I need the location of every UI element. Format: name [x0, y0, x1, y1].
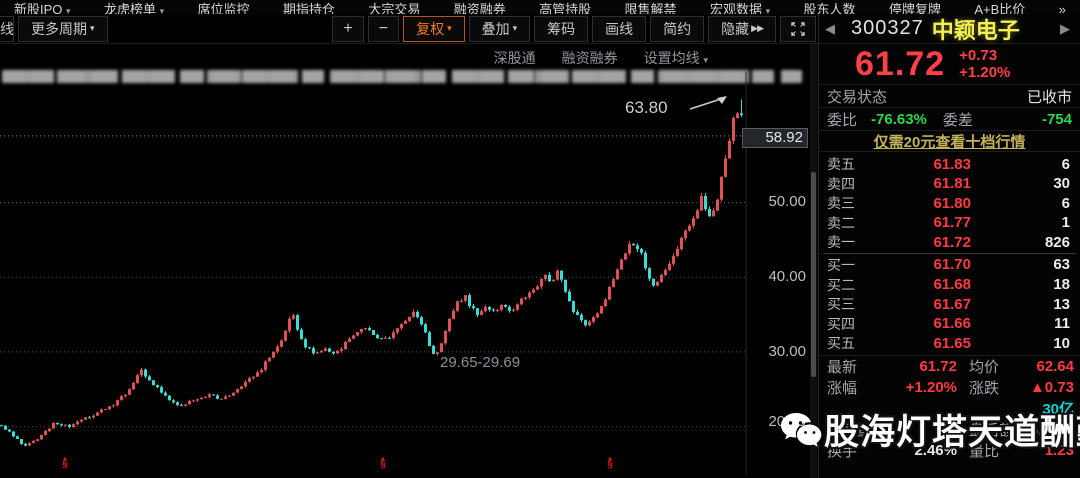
menu-item-lockup-expiry[interactable]: 限售解禁 — [625, 0, 677, 14]
menu-item-futures-positions[interactable]: 期指持仓 — [283, 0, 335, 14]
bid-row-2[interactable]: 买二61.6818 — [819, 275, 1080, 295]
peak-price-annotation: 63.80 — [625, 98, 668, 118]
y-axis-label-40: 40.00 — [746, 268, 806, 285]
status-label: 交易状态 — [827, 86, 887, 107]
menu-item-shareholder-count[interactable]: 股东人数 — [804, 0, 856, 14]
weibi-value: -76.63% — [871, 111, 927, 128]
chevron-down-icon: ▾ — [66, 6, 71, 14]
change-abs: ▲0.73 — [1019, 379, 1074, 396]
ask-row-2[interactable]: 卖二61.771 — [819, 213, 1080, 233]
bid-row-1[interactable]: 买一61.7063 — [819, 255, 1080, 275]
candlestick-chart-area[interactable]: 深股通 融资融券 设置均线 ▾ 58.92 50.00 40.00 30.00 … — [0, 44, 810, 478]
y-axis-label-50: 50.00 — [746, 193, 806, 210]
status-value: 已收市 — [1027, 86, 1072, 107]
adjust-price-button[interactable]: 复权▾ — [403, 16, 465, 42]
top-menu-bar: 新股IPO ▾ 龙虎榜单 ▾ 席位监控 期指持仓 大宗交易 融资融券 高管持股 … — [0, 0, 1080, 14]
last-price: 61.72 — [855, 45, 945, 84]
latest-price: 61.72 — [885, 358, 957, 375]
chevron-down-icon: ▾ — [90, 23, 95, 34]
y-axis-label-20: 20.00 — [746, 413, 806, 430]
chart-toolbar: 线 更多周期▾ + − 复权▾ 叠加▾ 筹码 画线 简约 隐藏▶▶ — [0, 14, 818, 44]
stock-header: ◀ 300327 中颖电子 ▶ — [819, 14, 1080, 44]
afterhours-volume: 10 — [885, 421, 957, 438]
price-change: +0.73 — [959, 47, 1010, 64]
hide-panel-button[interactable]: 隐藏▶▶ — [708, 16, 776, 42]
turnover-rate: 2.46% — [885, 442, 957, 459]
menu-item-executive-holdings[interactable]: 高管持股 — [539, 0, 591, 14]
price-row: 61.72 +0.73 +1.20% — [819, 44, 1080, 84]
candlestick-plot — [0, 44, 810, 478]
menu-item-seat-monitor[interactable]: 席位监控 — [198, 0, 250, 14]
overlay-button[interactable]: 叠加▾ — [469, 16, 531, 42]
quote-stats: 最新61.72 均价62.64 涨幅+1.20% 涨跌▲0.73 30亿 盘后量… — [819, 355, 1080, 461]
volume-ratio: 1.23 — [1019, 442, 1074, 459]
level2-promo-link[interactable]: 仅需20元查看十档行情 — [874, 131, 1026, 152]
price-change-pct: +1.20% — [959, 64, 1010, 81]
quote-panel: ◀ 300327 中颖电子 ▶ 61.72 +0.73 +1.20% 交易状态 … — [818, 14, 1080, 478]
gap-price-annotation: 29.65-29.69 — [440, 354, 520, 371]
trading-status-row: 交易状态 已收市 — [819, 84, 1080, 107]
fullscreen-icon — [791, 22, 805, 36]
chevron-down-icon: ▾ — [447, 23, 452, 34]
chevron-down-icon: ▾ — [513, 23, 518, 34]
ask-row-4[interactable]: 卖四61.8130 — [819, 174, 1080, 194]
menu-item-dragon-tiger[interactable]: 龙虎榜单 ▾ — [104, 0, 164, 14]
stats-row-afterhours: 盘后量10 盘后额6.17万 — [819, 419, 1080, 440]
afterhours-amount: 6.17万 — [1019, 419, 1074, 440]
more-periods-button[interactable]: 更多周期▾ — [18, 16, 108, 42]
zoom-out-button[interactable]: − — [368, 16, 399, 42]
prev-stock-arrow[interactable]: ◀ — [825, 21, 839, 37]
stats-row-latest: 最新61.72 均价62.64 — [819, 356, 1080, 377]
menu-item-new-ipo[interactable]: 新股IPO ▾ — [14, 0, 71, 14]
change-pct: +1.20% — [885, 379, 957, 396]
order-imbalance-row: 委比 -76.63% 委差 -754 — [819, 107, 1080, 130]
stats-row-turnover: 换手2.46% 量比1.23 — [819, 440, 1080, 461]
draw-line-button[interactable]: 画线 — [592, 16, 646, 42]
chart-scrollbar[interactable] — [810, 44, 817, 478]
y-axis-label-current: 58.92 — [742, 128, 808, 148]
weicha-label: 委差 — [943, 109, 973, 130]
amount-fragment: 30亿 — [1019, 398, 1074, 419]
chevron-down-icon: ▾ — [160, 6, 165, 14]
stock-name: 中颖电子 — [932, 13, 1060, 45]
fast-forward-icon: ▶▶ — [751, 23, 763, 34]
scrollbar-thumb[interactable] — [811, 172, 816, 377]
chevron-down-icon: ▾ — [766, 6, 771, 14]
weicha-value: -754 — [1042, 111, 1072, 128]
zoom-in-button[interactable]: + — [332, 16, 363, 42]
chip-distribution-button[interactable]: 筹码 — [534, 16, 588, 42]
menu-item-block-trades[interactable]: 大宗交易 — [368, 0, 420, 14]
bid-row-3[interactable]: 买三61.6713 — [819, 294, 1080, 314]
menu-item-margin-trading[interactable]: 融资融券 — [454, 0, 506, 14]
avg-price: 62.64 — [1019, 358, 1074, 375]
y-axis-label-30: 30.00 — [746, 343, 806, 360]
bid-row-4[interactable]: 买四61.6611 — [819, 314, 1080, 334]
fullscreen-button[interactable] — [780, 16, 816, 42]
weibi-label: 委比 — [827, 109, 857, 130]
dividend-event-marker[interactable]: ▲§ — [605, 456, 615, 468]
bid-row-5[interactable]: 买五61.6510 — [819, 333, 1080, 353]
order-book: 卖五61.836 卖四61.8130 卖三61.806 卖二61.771 卖一6… — [819, 151, 1080, 353]
menu-item-macro-data[interactable]: 宏观数据 ▾ — [710, 0, 770, 14]
next-stock-arrow[interactable]: ▶ — [1060, 21, 1074, 37]
stats-row-volume-obscured: 30亿 — [819, 398, 1080, 419]
order-book-divider — [823, 253, 1076, 254]
dividend-event-marker[interactable]: ▲§ — [60, 456, 70, 468]
dividend-event-marker[interactable]: ▲§ — [378, 456, 388, 468]
ask-row-1[interactable]: 卖一61.72826 — [819, 232, 1080, 252]
simple-mode-button[interactable]: 简约 — [650, 16, 704, 42]
stats-row-change: 涨幅+1.20% 涨跌▲0.73 — [819, 377, 1080, 398]
ask-row-5[interactable]: 卖五61.836 — [819, 154, 1080, 174]
ask-row-3[interactable]: 卖三61.806 — [819, 193, 1080, 213]
stock-code: 300327 — [851, 17, 924, 40]
period-button-partial[interactable]: 线 — [0, 16, 14, 42]
promo-row: 仅需20元查看十档行情 — [819, 130, 1080, 151]
